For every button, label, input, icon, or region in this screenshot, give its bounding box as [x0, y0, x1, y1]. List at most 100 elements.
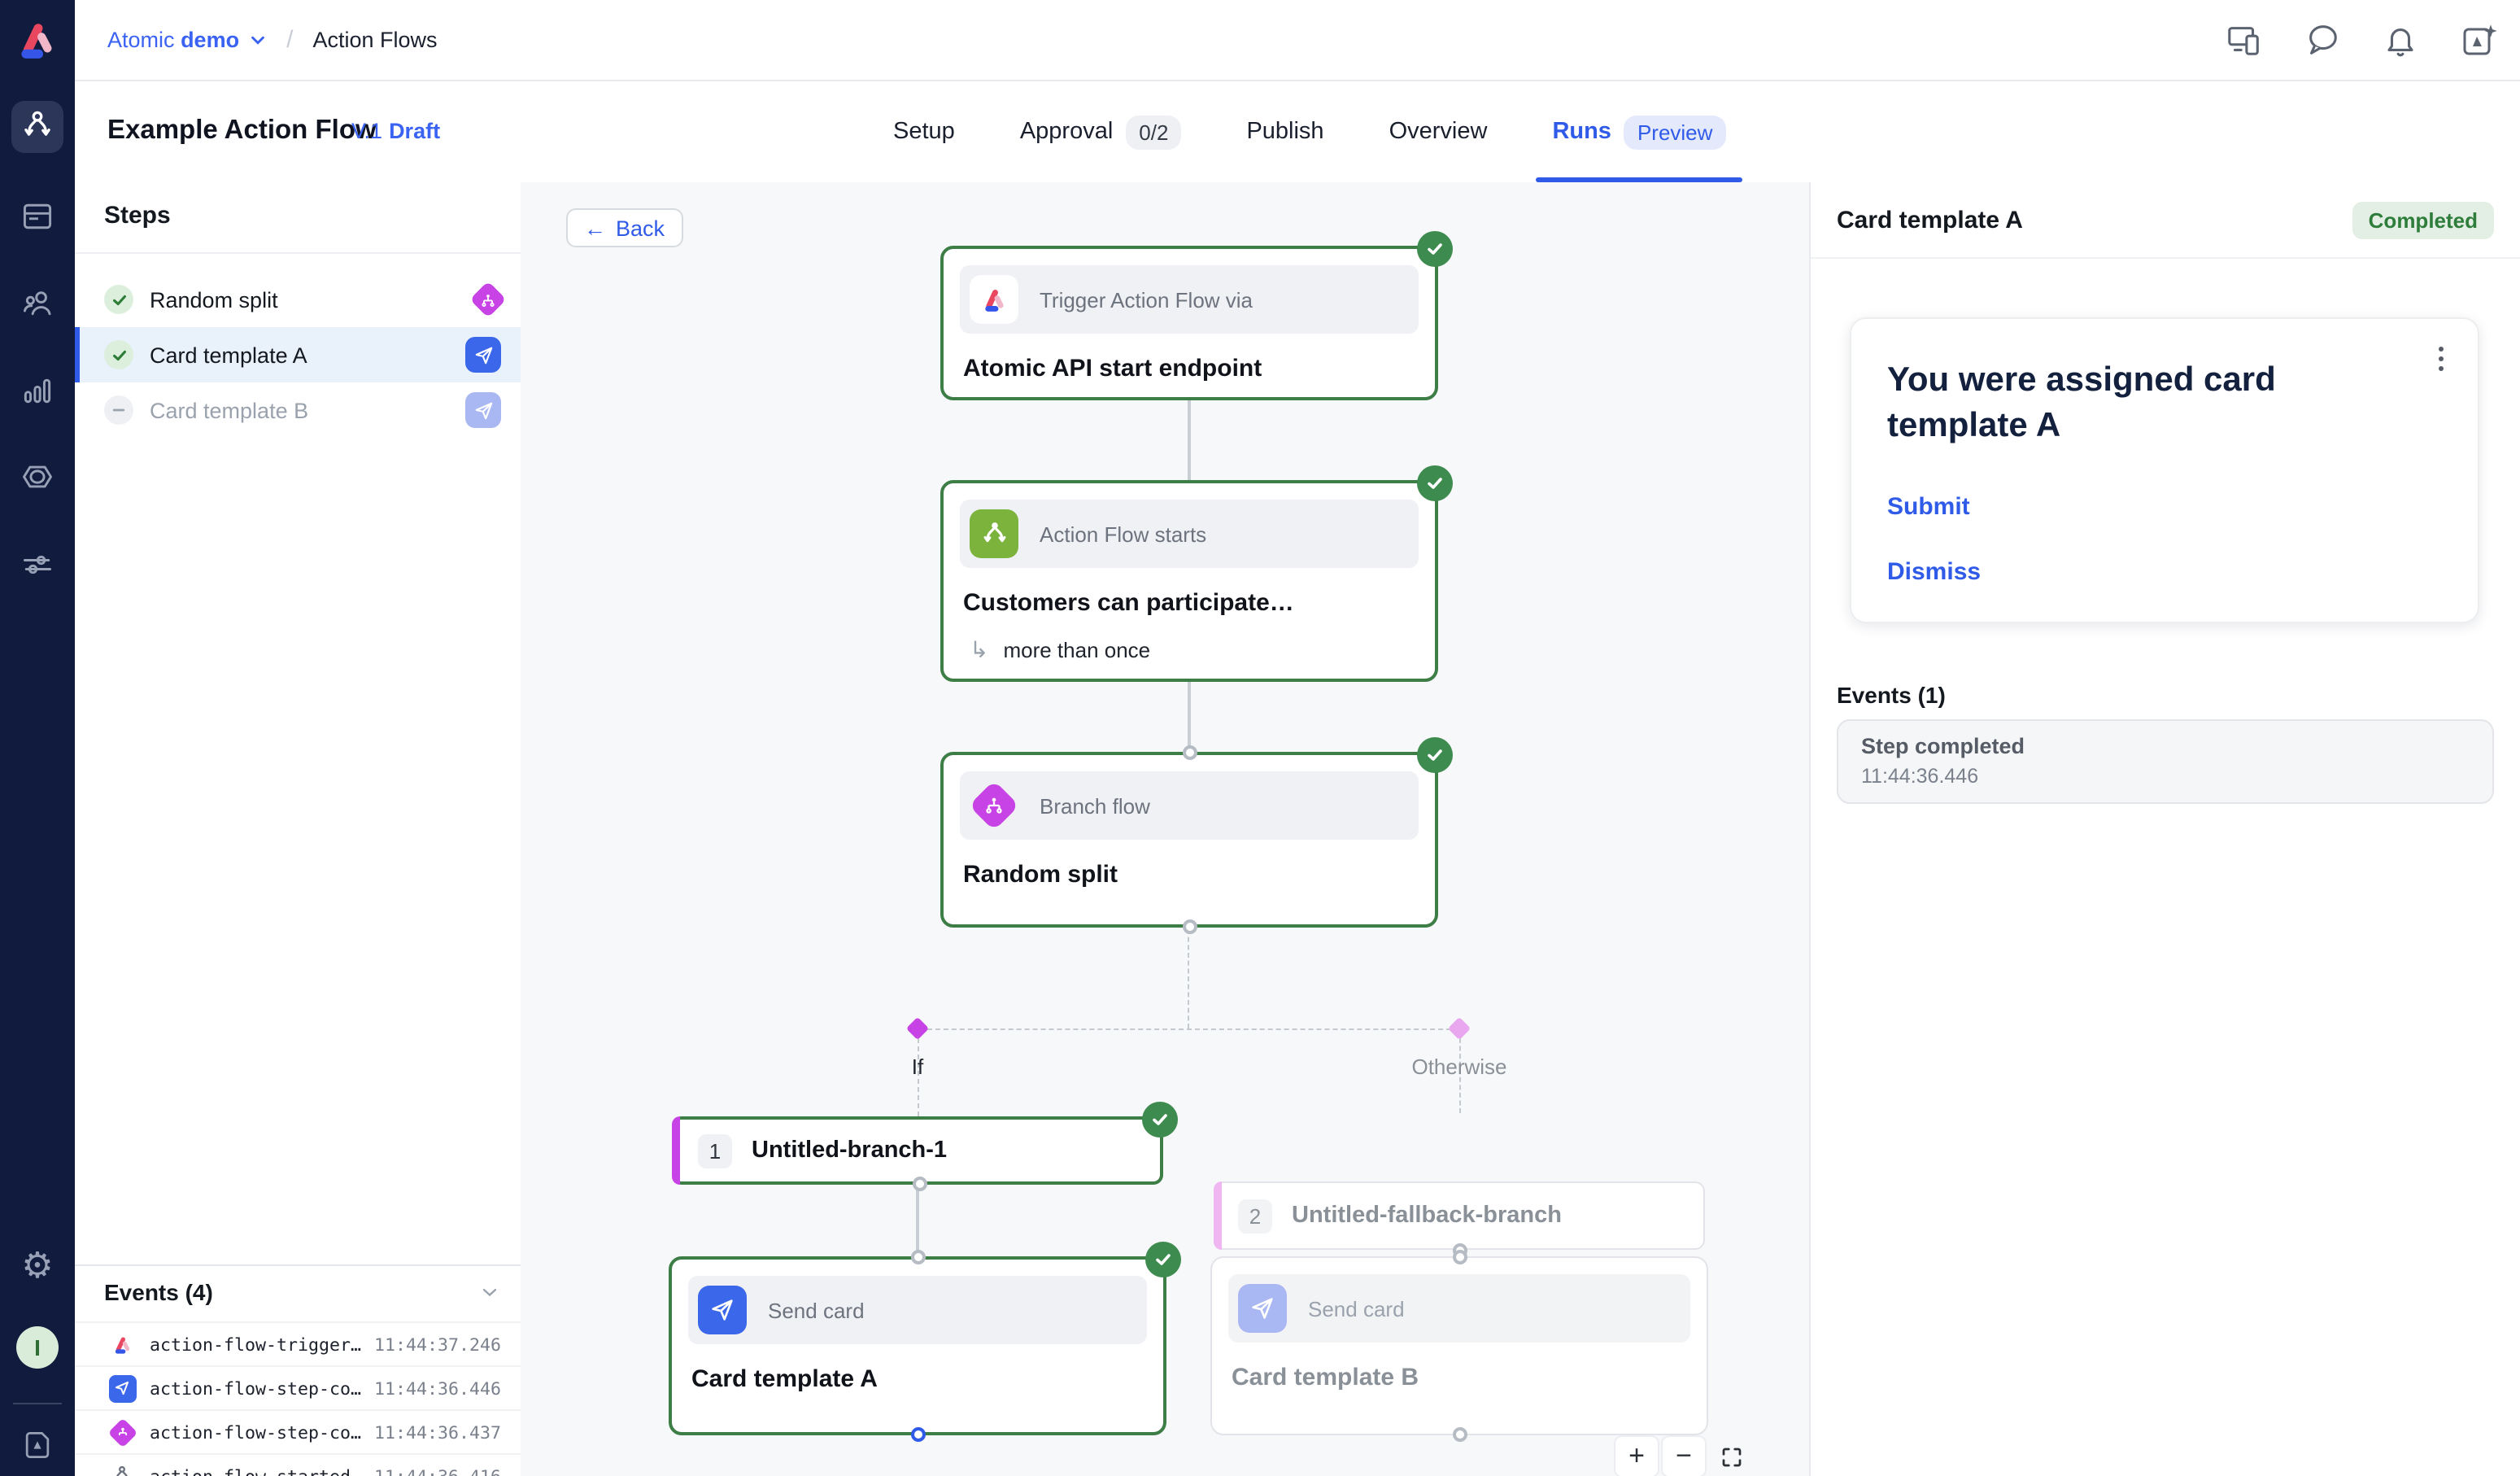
branch-label: Untitled-branch-1 — [752, 1138, 947, 1164]
notifications-icon[interactable] — [2382, 21, 2419, 59]
connector — [1188, 680, 1190, 752]
step-row-card-template-a[interactable]: Card template A — [75, 327, 521, 382]
back-button[interactable]: ← Back — [566, 208, 682, 247]
tab-runs[interactable]: RunsPreview — [1552, 81, 1725, 182]
node-subtitle: ↳ more than once — [970, 636, 1415, 664]
event-time: 11:44:36.437 — [374, 1421, 501, 1443]
branch-label: Untitled-fallback-branch — [1292, 1203, 1562, 1229]
card-dismiss-link[interactable]: Dismiss — [1887, 557, 2442, 585]
rail-settings-icon[interactable]: ⚙ — [11, 1240, 63, 1292]
flow-header: Example Action Flow V.1Draft Setup Appro… — [75, 81, 2520, 184]
atomic-logo[interactable] — [15, 18, 60, 63]
node-trigger[interactable]: Trigger Action Flow via Atomic API start… — [940, 246, 1438, 400]
connector-handle[interactable] — [911, 1250, 926, 1264]
send-card-icon-muted — [465, 392, 501, 428]
rail-integrations-icon[interactable] — [11, 451, 63, 503]
branch-color-stripe — [1214, 1181, 1222, 1250]
node-send-card-b[interactable]: Send card Card template B — [1210, 1256, 1708, 1435]
flow-started-event-icon — [107, 1461, 137, 1476]
if-diamond-marker — [906, 1017, 929, 1040]
org-switcher[interactable]: Atomic demo — [107, 28, 239, 52]
completed-check-icon — [1145, 1242, 1181, 1277]
branch-1[interactable]: 1 Untitled-branch-1 — [672, 1116, 1163, 1185]
zoom-in-button[interactable]: + — [1615, 1437, 1658, 1476]
user-avatar[interactable]: I — [16, 1326, 59, 1369]
rail-cards-icon[interactable] — [11, 190, 63, 242]
card-title: You were assigned card template A — [1887, 358, 2375, 450]
connector-handle[interactable] — [1183, 745, 1197, 760]
completed-check-icon — [1142, 1102, 1178, 1138]
version-badge[interactable]: V.1Draft — [351, 119, 440, 143]
devices-icon[interactable] — [2226, 21, 2263, 59]
otherwise-diamond-marker — [1448, 1017, 1471, 1040]
event-name: action-flow-trigger… — [150, 1334, 361, 1355]
branch-color-stripe — [672, 1116, 680, 1185]
zoom-out-button[interactable]: − — [1663, 1437, 1705, 1476]
node-branch-flow[interactable]: Branch flow Random split — [940, 752, 1438, 928]
tab-approval[interactable]: Approval0/2 — [1020, 81, 1182, 182]
event-row[interactable]: action-flow-step-co… 11:44:36.437 — [75, 1409, 521, 1453]
branch-flow-icon — [970, 781, 1018, 830]
event-row[interactable]: action-flow-started 11:44:36.416 — [75, 1453, 521, 1476]
connector-handle[interactable] — [1453, 1427, 1467, 1442]
event-row[interactable]: action-flow-trigger… 11:44:37.246 — [75, 1321, 521, 1365]
assistant-icon[interactable] — [2460, 21, 2497, 59]
completed-check-icon — [1417, 465, 1453, 501]
node-flow-start[interactable]: Action Flow starts Customers can partici… — [940, 480, 1438, 682]
app-root: ⚙ I Atomic demo / Action Flows — [0, 0, 2520, 1476]
completed-check-icon — [1417, 231, 1453, 267]
rail-docs-icon[interactable] — [11, 1419, 63, 1471]
card-submit-link[interactable]: Submit — [1887, 492, 2442, 520]
breadcrumb-separator: / — [286, 26, 293, 54]
connector — [916, 1185, 918, 1256]
rail-config-icon[interactable] — [11, 539, 63, 591]
rail-action-flows-icon[interactable] — [11, 101, 63, 153]
connector-handle[interactable] — [1183, 919, 1197, 934]
chevron-down-icon — [249, 31, 267, 49]
node-send-card-a[interactable]: Send card Card template A — [669, 1256, 1166, 1435]
tab-publish[interactable]: Publish — [1246, 81, 1323, 182]
breadcrumb: Atomic demo / Action Flows — [107, 26, 438, 54]
rail-divider — [13, 1403, 62, 1404]
otherwise-label: Otherwise — [1411, 1055, 1506, 1079]
node-title: Card template A — [691, 1365, 1144, 1393]
step-label: Card template A — [150, 343, 449, 367]
event-time: 11:44:36.446 — [1861, 765, 2470, 788]
detail-event-row[interactable]: Step completed 11:44:36.446 — [1837, 719, 2494, 804]
steps-title: Steps — [104, 202, 171, 229]
rail-analytics-icon[interactable] — [11, 365, 63, 417]
breadcrumb-section[interactable]: Action Flows — [312, 28, 437, 52]
step-row-random-split[interactable]: Random split — [75, 272, 521, 327]
branch-fallback[interactable]: 2 Untitled-fallback-branch — [1214, 1181, 1705, 1250]
connector — [1188, 399, 1190, 480]
tab-setup[interactable]: Setup — [893, 81, 955, 182]
tab-overview[interactable]: Overview — [1389, 81, 1488, 182]
kebab-menu-icon[interactable] — [2429, 342, 2452, 376]
top-bar: Atomic demo / Action Flows — [75, 0, 2520, 81]
event-name: action-flow-started — [150, 1465, 361, 1476]
chat-icon[interactable] — [2304, 21, 2341, 59]
node-type-label: Action Flow starts — [1040, 522, 1206, 546]
node-title: Customers can participate… — [963, 589, 1415, 617]
fullscreen-button[interactable] — [1710, 1437, 1752, 1476]
step-row-card-template-b[interactable]: Card template B — [75, 382, 521, 438]
detail-header: Card template A Completed — [1811, 182, 2520, 259]
node-type-label: Send card — [768, 1298, 865, 1322]
elbow-arrow-icon: ↳ — [970, 636, 988, 664]
detail-title: Card template A — [1837, 206, 2023, 234]
split-line — [919, 1028, 1459, 1030]
chevron-down-icon — [478, 1281, 501, 1304]
events-header[interactable]: Events (4) — [104, 1279, 501, 1305]
connector-handle[interactable] — [1453, 1250, 1467, 1264]
rail-customers-icon[interactable] — [11, 277, 63, 329]
flow-tabs: Setup Approval0/2 Publish Overview RunsP… — [893, 81, 1725, 182]
branch-number: 1 — [698, 1133, 732, 1168]
connector-handle[interactable] — [913, 1177, 927, 1191]
send-card-event-icon — [107, 1373, 137, 1403]
event-row[interactable]: action-flow-step-co… 11:44:36.446 — [75, 1365, 521, 1409]
branch-number: 2 — [1238, 1199, 1272, 1233]
canvas-zoom-controls: + − — [1615, 1437, 1752, 1476]
flow-canvas[interactable]: ← Back If Otherwise Trigger Action Flow … — [521, 182, 1809, 1476]
left-rail: ⚙ I — [0, 0, 75, 1476]
connector-handle[interactable] — [911, 1427, 926, 1442]
